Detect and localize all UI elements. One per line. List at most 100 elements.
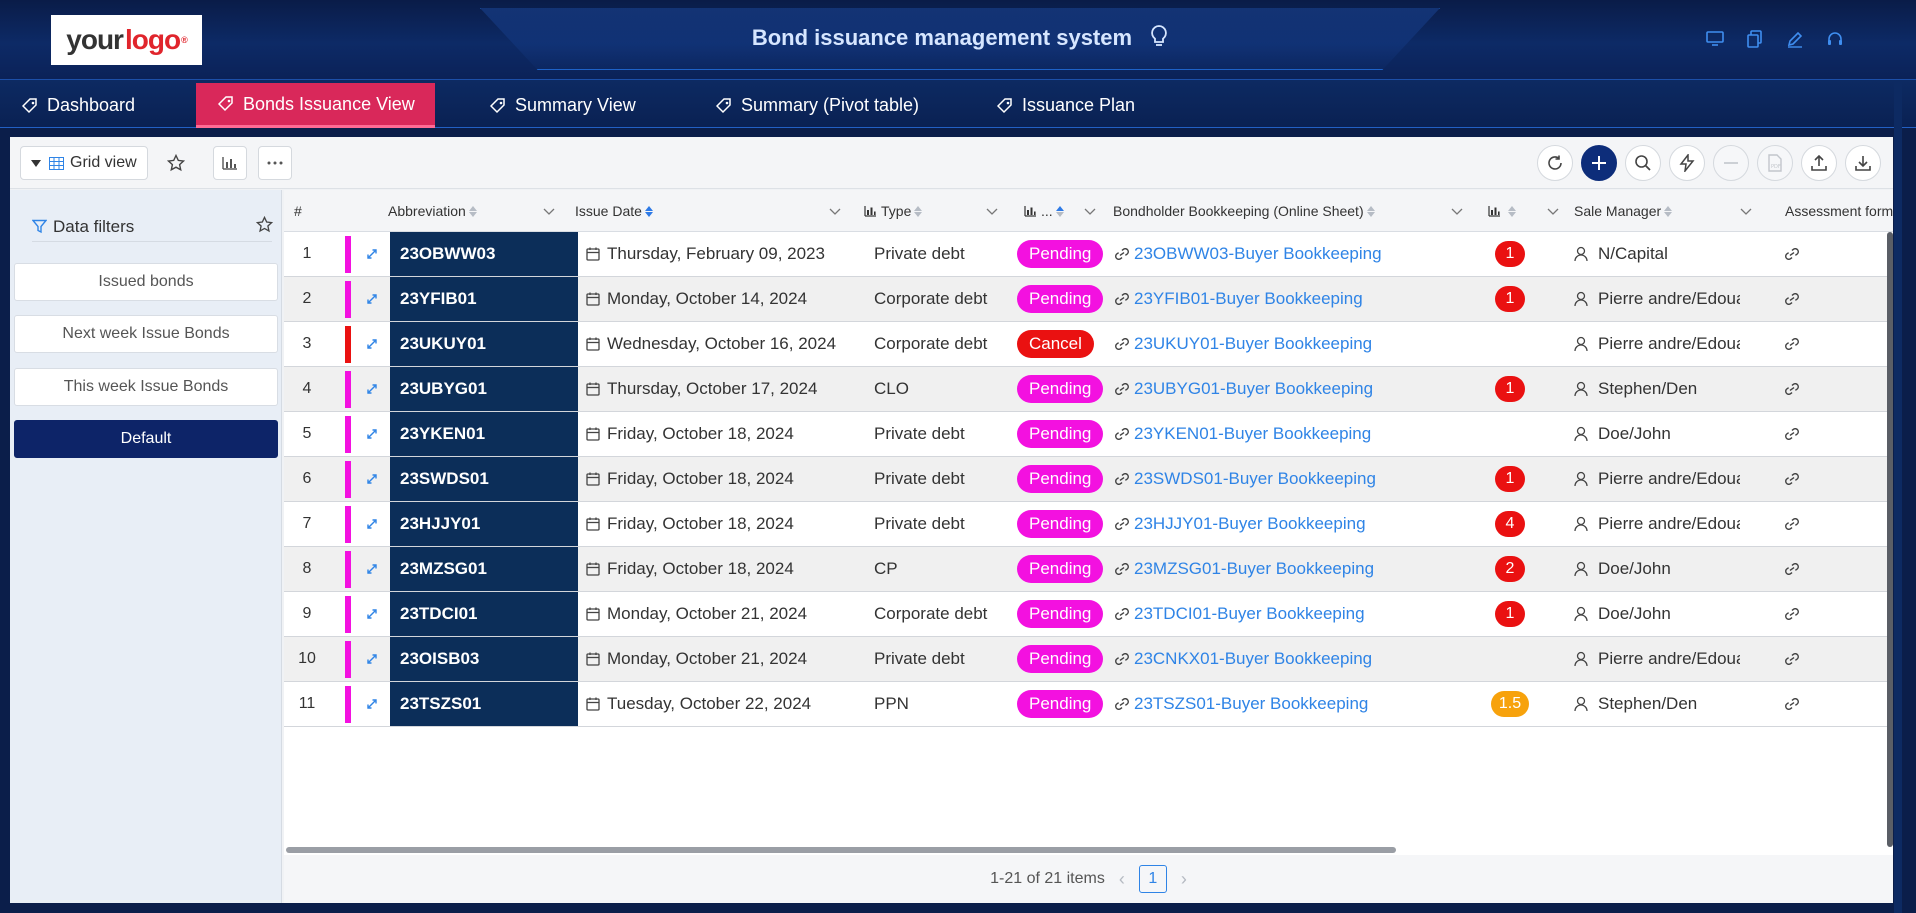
sort-icon[interactable] [1664,205,1673,217]
tab-summary-pivot-table[interactable]: Summary (Pivot table) [694,83,939,128]
type-cell[interactable]: Corporate debt [874,277,1024,321]
assessment-link-icon[interactable] [1772,502,1812,546]
type-cell[interactable]: Private debt [874,232,1024,276]
abbreviation-cell[interactable]: 23YKEN01 [390,412,578,456]
status-cell[interactable]: Pending [1017,592,1117,636]
bookkeeping-link[interactable]: 23YFIB01-Buyer Bookkeeping [1114,277,1464,321]
expand-icon[interactable] [360,637,384,681]
type-cell[interactable]: Private debt [874,502,1024,546]
issue-date-cell[interactable]: Tuesday, October 22, 2024 [586,682,876,726]
abbreviation-cell[interactable]: 23HJJY01 [390,502,578,546]
monitor-icon[interactable] [1704,28,1726,50]
issue-date-cell[interactable]: Friday, October 18, 2024 [586,412,876,456]
status-cell[interactable]: Pending [1017,367,1117,411]
sale-manager-cell[interactable]: Stephen/Den [1574,682,1740,726]
col-abbreviation-header[interactable]: Abbreviation [388,190,477,232]
issue-date-cell[interactable]: Thursday, February 09, 2023 [586,232,876,276]
chevron-down-icon[interactable] [1084,204,1096,222]
type-cell[interactable]: Private debt [874,457,1024,501]
chevron-down-icon[interactable] [1740,204,1752,222]
type-cell[interactable]: Corporate debt [874,322,1024,366]
bookkeeping-link[interactable]: 23UKUY01-Buyer Bookkeeping [1114,322,1464,366]
sort-icon[interactable] [1508,205,1516,217]
abbreviation-cell[interactable]: 23OBWW03 [390,232,578,276]
issue-date-cell[interactable]: Friday, October 18, 2024 [586,502,876,546]
table-row[interactable]: 10 23OISB03 Monday, October 21, 2024 Privat… [284,637,1893,682]
sale-manager-cell[interactable]: Pierre andre/Edouard [1574,277,1740,321]
sort-icon[interactable] [644,205,653,217]
abbreviation-cell[interactable]: 23SWDS01 [390,457,578,501]
abbreviation-cell[interactable]: 23TSZS01 [390,682,578,726]
abbreviation-cell[interactable]: 23OISB03 [390,637,578,681]
assessment-link-icon[interactable] [1772,547,1812,591]
type-cell[interactable]: CP [874,547,1024,591]
col-count-header[interactable] [1488,190,1516,232]
bookkeeping-link[interactable]: 23OBWW03-Buyer Bookkeeping [1114,232,1464,276]
expand-icon[interactable] [360,232,384,276]
bookkeeping-link[interactable]: 23HJJY01-Buyer Bookkeeping [1114,502,1464,546]
page-1-button[interactable]: 1 [1138,865,1167,893]
col-type-header[interactable]: Type [864,190,923,232]
status-cell[interactable]: Pending [1017,457,1117,501]
status-cell[interactable]: Pending [1017,502,1117,546]
assessment-link-icon[interactable] [1772,232,1812,276]
bookkeeping-link[interactable]: 23YKEN01-Buyer Bookkeeping [1114,412,1464,456]
assessment-link-icon[interactable] [1772,322,1812,366]
status-cell[interactable]: Pending [1017,682,1117,726]
type-cell[interactable]: Private debt [874,412,1024,456]
filter-default[interactable]: Default [14,420,278,458]
chevron-down-icon[interactable] [1451,204,1463,222]
download-button[interactable] [1845,145,1881,181]
table-row[interactable]: 3 23UKUY01 Wednesday, October 16, 2024 Corp… [284,322,1893,367]
sale-manager-cell[interactable]: Pierre andre/Edouard [1574,322,1740,366]
issue-date-cell[interactable]: Friday, October 18, 2024 [586,547,876,591]
favorite-star-icon[interactable] [159,146,193,180]
tab-bonds-issuance-view[interactable]: Bonds Issuance View [196,83,435,128]
expand-icon[interactable] [360,367,384,411]
chevron-down-icon[interactable] [829,204,841,222]
issue-date-cell[interactable]: Monday, October 14, 2024 [586,277,876,321]
status-cell[interactable]: Pending [1017,277,1117,321]
export-pdf-button[interactable]: PDF [1757,145,1793,181]
abbreviation-cell[interactable]: 23UKUY01 [390,322,578,366]
type-cell[interactable]: PPN [874,682,1024,726]
automation-button[interactable] [1669,145,1705,181]
bookkeeping-link[interactable]: 23SWDS01-Buyer Bookkeeping [1114,457,1464,501]
sale-manager-cell[interactable]: Pierre andre/Edouard [1574,457,1740,501]
refresh-button[interactable] [1537,145,1573,181]
bookkeeping-link[interactable]: 23UBYG01-Buyer Bookkeeping [1114,367,1464,411]
issue-date-cell[interactable]: Monday, October 21, 2024 [586,637,876,681]
expand-icon[interactable] [360,277,384,321]
type-cell[interactable]: Private debt [874,637,1024,681]
expand-icon[interactable] [360,682,384,726]
chevron-down-icon[interactable] [986,204,998,222]
col-sale-manager-header[interactable]: Sale Manager [1574,190,1673,232]
sale-manager-cell[interactable]: Pierre andre/Edouard [1574,502,1740,546]
more-options-button[interactable] [258,146,292,180]
status-cell[interactable]: Pending [1017,547,1117,591]
sale-manager-cell[interactable]: Doe/John [1574,592,1740,636]
assessment-link-icon[interactable] [1772,592,1812,636]
sale-manager-cell[interactable]: Doe/John [1574,412,1740,456]
expand-icon[interactable] [360,502,384,546]
issue-date-cell[interactable]: Wednesday, October 16, 2024 [586,322,876,366]
assessment-link-icon[interactable] [1772,277,1812,321]
expand-icon[interactable] [360,547,384,591]
type-cell[interactable]: CLO [874,367,1024,411]
table-row[interactable]: 9 23TDCI01 Monday, October 21, 2024 Corpora… [284,592,1893,637]
issue-date-cell[interactable]: Thursday, October 17, 2024 [586,367,876,411]
assessment-link-icon[interactable] [1772,412,1812,456]
bookkeeping-link[interactable]: 23TSZS01-Buyer Bookkeeping [1114,682,1464,726]
sale-manager-cell[interactable]: N/Capital [1574,232,1740,276]
expand-icon[interactable] [360,322,384,366]
remove-button[interactable] [1713,145,1749,181]
horizontal-scrollbar[interactable] [286,847,1396,853]
issue-date-cell[interactable]: Friday, October 18, 2024 [586,457,876,501]
col-status-header[interactable]: ... [1024,190,1064,232]
filter-next-week-issue-bonds[interactable]: Next week Issue Bonds [14,315,278,353]
table-row[interactable]: 4 23UBYG01 Thursday, October 17, 2024 CLO Pe… [284,367,1893,412]
sort-icon[interactable] [1366,205,1375,217]
chevron-down-icon[interactable] [543,204,555,222]
col-assessment-header[interactable]: Assessment form [1785,190,1893,232]
lightbulb-icon[interactable] [1150,24,1168,54]
